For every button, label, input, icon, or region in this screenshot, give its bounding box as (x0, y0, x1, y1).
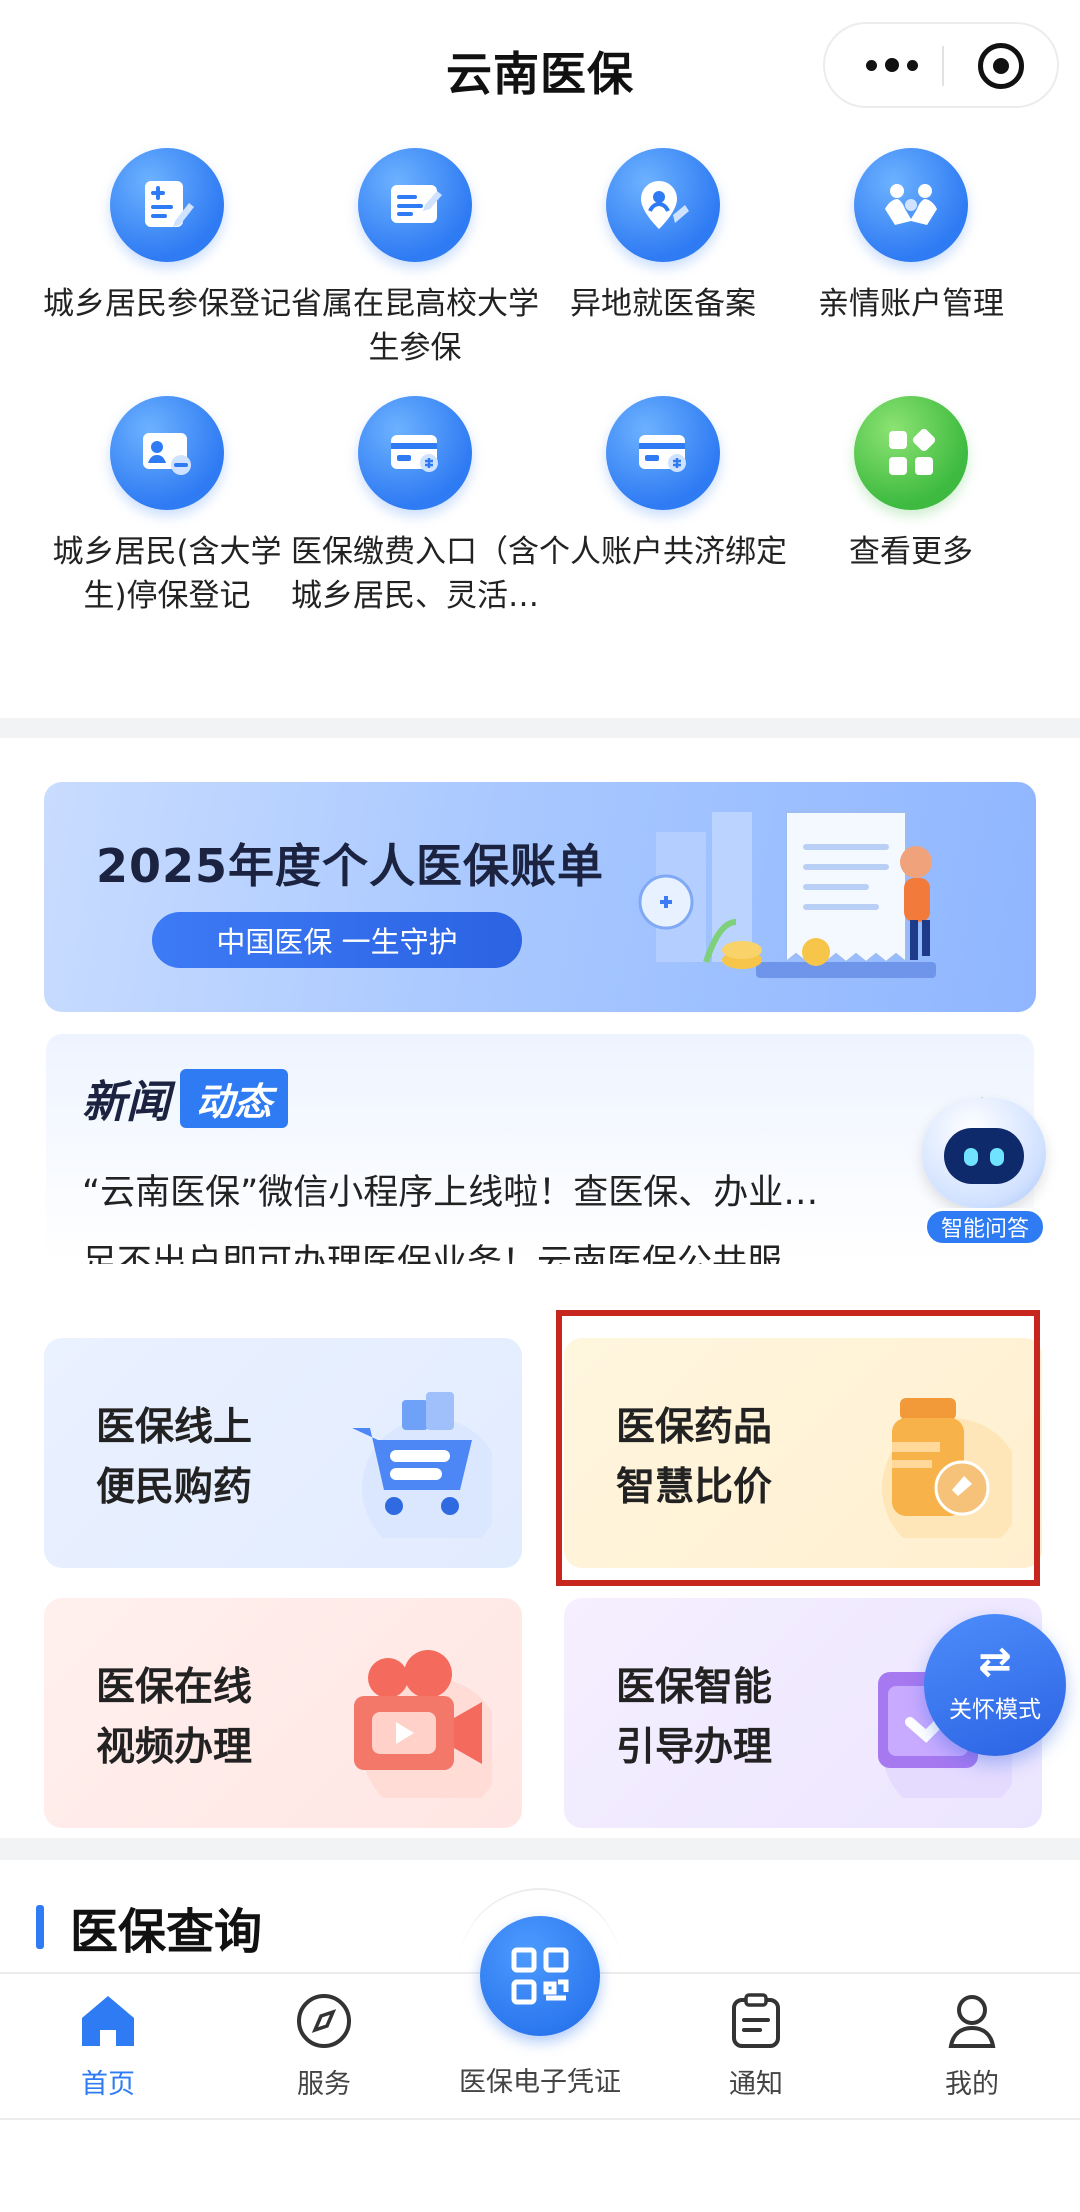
location-pin-icon (606, 148, 720, 262)
home-icon (28, 1990, 188, 2052)
query-section-header: 医保查询 (36, 1892, 262, 1962)
service-family-account[interactable]: 亲情账户管理 (786, 148, 1036, 326)
online-drug-purchase-card[interactable]: 医保线上 便民购药 (44, 1338, 522, 1568)
card-title: 医保线上 便民购药 (96, 1405, 253, 1510)
news-title-a: 新闻 (82, 1077, 170, 1128)
service-payment-entry[interactable]: 医保缴费入口（含城乡居民、灵活… (290, 396, 540, 618)
student-card-icon (358, 148, 472, 262)
e-voucher-button[interactable] (480, 1916, 600, 2036)
service-resident-register[interactable]: 城乡居民参保登记 (42, 148, 292, 326)
tab-label: 通知 (729, 2069, 783, 2100)
shared-account-card-icon (606, 396, 720, 510)
service-label: 异地就医备案 (570, 286, 756, 322)
family-icon (854, 148, 968, 262)
service-stop-insure[interactable]: 城乡居民(含大学生)停保登记 (42, 396, 292, 618)
tab-label: 服务 (297, 2069, 351, 2100)
card-title: 医保智能 引导办理 (616, 1665, 773, 1770)
smart-qa-label: 智能问答 (924, 1208, 1046, 1246)
more-options-icon[interactable] (857, 24, 927, 106)
tab-notice[interactable]: 通知 (676, 1990, 836, 2101)
more-grid-icon (854, 396, 968, 510)
video-service-card[interactable]: 医保在线 视频办理 (44, 1598, 522, 1828)
capsule-divider (942, 46, 944, 86)
annual-bill-banner[interactable]: 2025年度个人医保账单 中国医保 一生守护 (44, 782, 1036, 1012)
service-student-insure[interactable]: 省属在昆高校大学生参保 (290, 148, 540, 370)
service-label: 城乡居民参保登记 (43, 286, 291, 322)
care-mode-label: 关怀模式 (949, 1697, 1041, 1723)
news-item[interactable]: “云南医保”微信小程序上线啦！查医保、办业… (82, 1164, 962, 1215)
smart-qa-button[interactable]: 智能问答 (914, 1090, 1054, 1250)
section-title: 医保查询 (70, 1904, 263, 1960)
care-mode-button[interactable]: ⇄ 关怀模式 (924, 1614, 1066, 1756)
tab-label: 我的 (945, 2069, 999, 2100)
app-header: 云南医保 (0, 0, 1080, 130)
clipboard-icon (676, 1990, 836, 2052)
video-camera-icon (354, 1650, 492, 1798)
robot-icon (922, 1098, 1046, 1208)
highlight-box (556, 1310, 1040, 1586)
divider (0, 2118, 1080, 2120)
tab-label: 首页 (81, 2069, 135, 2100)
compass-icon (244, 1990, 404, 2052)
news-heading: 新闻 动态 (82, 1066, 289, 1130)
register-form-icon (110, 148, 224, 262)
bill-illustration-icon (638, 811, 936, 978)
news-item[interactable]: 足不出户即可办理医保业务！云南医保公共服 (82, 1234, 962, 1264)
service-label: 查看更多 (849, 534, 973, 570)
e-voucher-label[interactable]: 医保电子凭证 (440, 2060, 640, 2099)
banner-slogan: 中国医保 一生守护 (152, 912, 522, 968)
care-mode-icon: ⇄ (978, 1639, 1012, 1685)
news-title-b: 动态 (180, 1068, 289, 1128)
service-label: 亲情账户管理 (818, 286, 1004, 322)
service-label: 医保缴费入口（含城乡居民、灵活… (291, 534, 539, 614)
payment-card-icon (358, 396, 472, 510)
section-divider (0, 1838, 1080, 1860)
section-accent-bar (36, 1905, 44, 1949)
service-label: 个人账户共济绑定 (539, 534, 787, 570)
service-label: 省属在昆高校大学生参保 (291, 286, 539, 366)
tab-mine[interactable]: 我的 (892, 1990, 1052, 2101)
qr-code-icon (511, 1947, 569, 2005)
service-offsite-filing[interactable]: 异地就医备案 (538, 148, 788, 326)
close-target-icon[interactable] (978, 43, 1024, 89)
shopping-cart-icon (352, 1392, 492, 1538)
service-label: 城乡居民(含大学生)停保登记 (52, 534, 282, 614)
news-panel[interactable]: 新闻 动态 › “云南医保”微信小程序上线啦！查医保、办业… 足不出户即可办理医… (46, 1034, 1034, 1264)
tab-home[interactable]: 首页 (28, 1990, 188, 2101)
user-icon (892, 1990, 1052, 2052)
id-card-minus-icon (110, 396, 224, 510)
service-more[interactable]: 查看更多 (786, 396, 1036, 574)
banner-title: 2025年度个人医保账单 (96, 839, 605, 893)
mini-program-capsule (823, 22, 1059, 108)
tab-service[interactable]: 服务 (244, 1990, 404, 2101)
card-title: 医保在线 视频办理 (96, 1665, 253, 1770)
service-account-binding[interactable]: 个人账户共济绑定 (538, 396, 788, 574)
section-divider (0, 718, 1080, 738)
